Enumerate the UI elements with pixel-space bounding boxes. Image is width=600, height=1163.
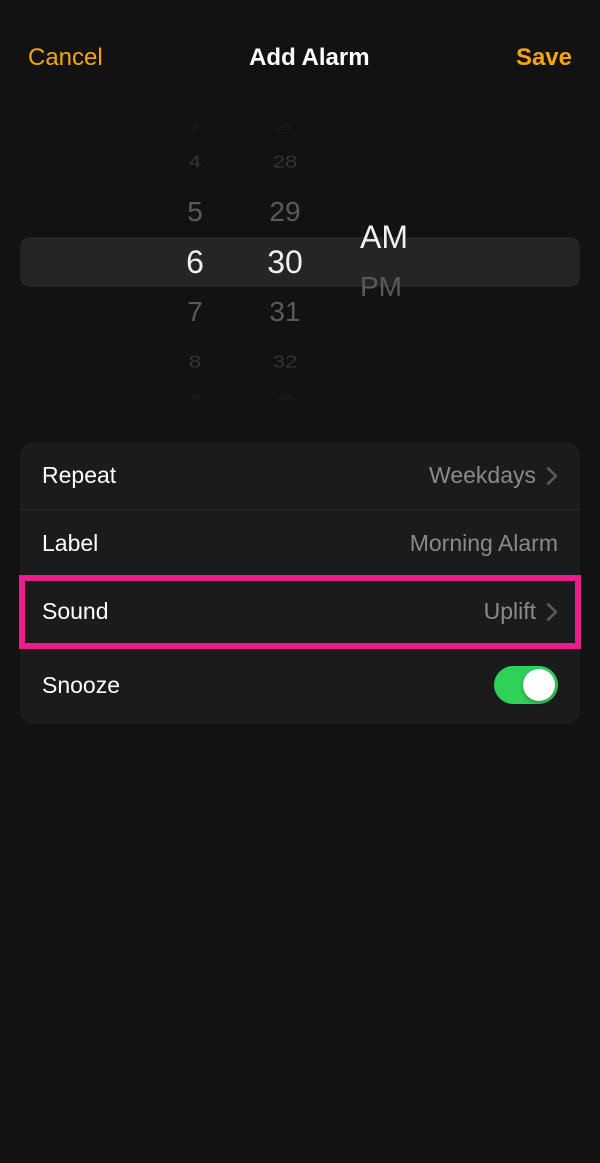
label-value-group: Morning Alarm [410,530,558,557]
repeat-label: Repeat [42,462,116,489]
ampm-option: PM [360,262,402,312]
minute-option: 31 [269,287,300,337]
sound-label: Sound [42,598,109,625]
header: Cancel Add Alarm Save [0,0,600,92]
hour-option: 9 [191,392,199,402]
label-label: Label [42,530,98,557]
minute-selected: 30 [267,237,303,287]
snooze-toggle[interactable] [494,666,558,704]
label-row[interactable]: Label Morning Alarm [20,510,580,578]
hour-picker-column[interactable]: 3 4 5 6 7 8 9 [150,112,240,412]
cancel-button[interactable]: Cancel [28,44,103,72]
minute-option: 32 [273,342,297,382]
snooze-row: Snooze [20,646,580,724]
hour-option: 7 [187,287,203,337]
minute-option: 27 [277,122,293,132]
ampm-selected: AM [360,212,408,262]
page-title: Add Alarm [249,44,369,72]
snooze-label: Snooze [42,672,120,699]
sound-value-group: Uplift [484,598,558,625]
toggle-knob [523,669,555,701]
hour-option: 4 [189,142,201,182]
sound-value: Uplift [484,598,536,625]
label-value: Morning Alarm [410,530,558,557]
alarm-settings-list: Repeat Weekdays Label Morning Alarm Soun… [20,442,580,724]
repeat-value-group: Weekdays [429,462,558,489]
minute-picker-column[interactable]: 27 28 29 30 31 32 33 [240,112,330,412]
ampm-picker-column[interactable]: AM PM [350,112,450,412]
minute-option: 29 [269,187,300,237]
picker-columns: 3 4 5 6 7 8 9 27 28 29 30 31 32 33 AM PM [150,112,450,412]
minute-option: 33 [277,392,293,402]
save-button[interactable]: Save [516,44,572,72]
hour-selected: 6 [186,237,204,287]
repeat-value: Weekdays [429,462,536,489]
hour-option: 5 [187,187,203,237]
time-picker[interactable]: 3 4 5 6 7 8 9 27 28 29 30 31 32 33 AM PM [20,112,580,412]
minute-option: 28 [273,142,297,182]
repeat-row[interactable]: Repeat Weekdays [20,442,580,510]
chevron-right-icon [546,603,558,621]
chevron-right-icon [546,467,558,485]
hour-option: 3 [191,122,199,132]
hour-option: 8 [189,342,201,382]
sound-row[interactable]: Sound Uplift [20,578,580,646]
